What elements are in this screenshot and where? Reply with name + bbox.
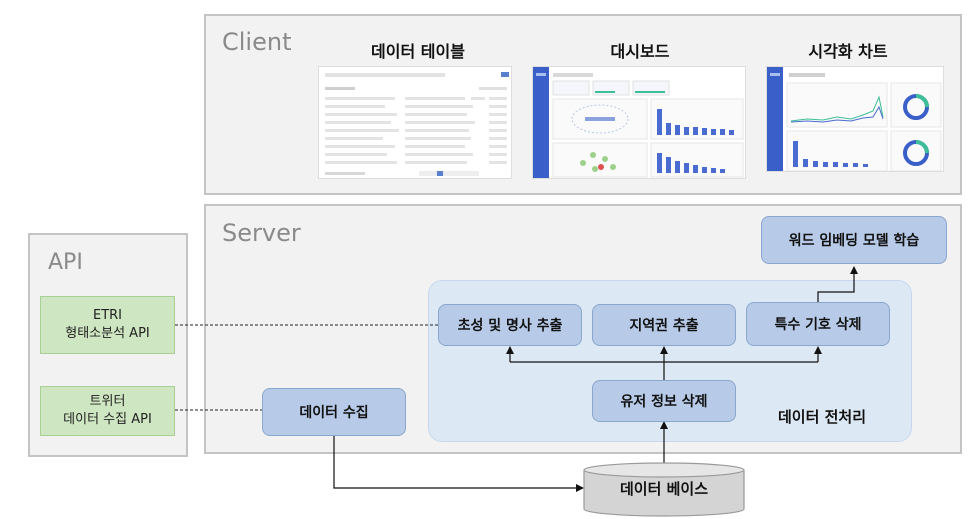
database-label: 데이터 베이스 — [619, 480, 709, 498]
collect-to-db-arrow — [333, 436, 584, 492]
special-to-embedding-arrow — [817, 266, 858, 302]
user-info-delete-node: 유저 정보 삭제 — [592, 380, 736, 422]
choseong-noun-node: 초성 및 명사 추출 — [438, 304, 582, 346]
data-collect-node: 데이터 수집 — [262, 388, 406, 436]
word-embedding-node: 워드 임베딩 모델 학습 — [761, 216, 947, 264]
region-extract-node: 지역권 추출 — [592, 304, 736, 346]
special-symbol-node: 특수 기호 삭제 — [746, 302, 890, 346]
